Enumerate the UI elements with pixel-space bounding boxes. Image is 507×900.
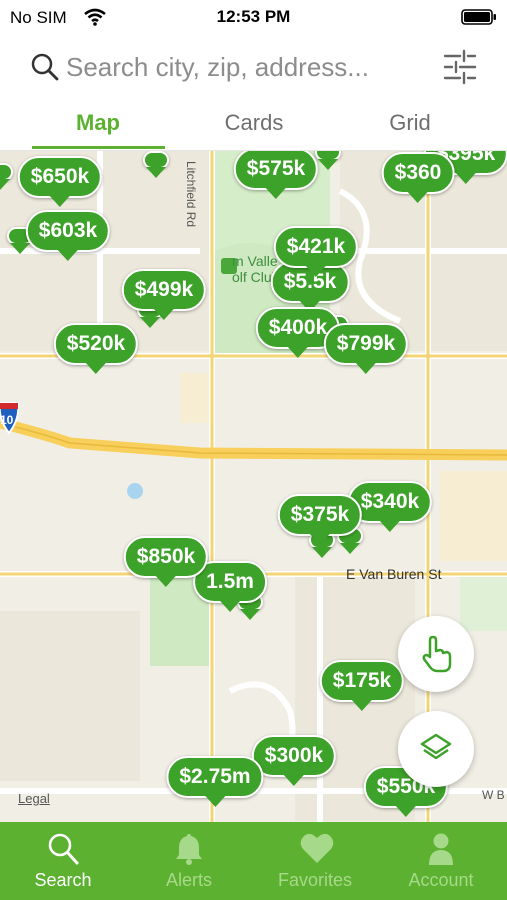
- price-pin[interactable]: $520k: [53, 323, 139, 365]
- view-tabs: Map Cards Grid: [0, 100, 507, 151]
- filter-sliders-icon[interactable]: [442, 48, 478, 91]
- tabbar-alerts[interactable]: Alerts: [126, 822, 252, 900]
- map-legal-link[interactable]: Legal: [18, 791, 50, 806]
- tabbar-alerts-label: Alerts: [165, 870, 212, 890]
- map-view[interactable]: 10 Litchfield Rd m Valle olf Club E Van …: [0, 151, 507, 822]
- tabbar-favorites[interactable]: Favorites: [252, 822, 378, 900]
- tabbar-search[interactable]: Search: [0, 822, 126, 900]
- price-pin[interactable]: $799k: [323, 323, 409, 365]
- heart-icon: [300, 833, 334, 863]
- map-label-golf-1: m Valle: [232, 253, 278, 269]
- active-tab-indicator: [32, 146, 165, 149]
- bell-icon: [176, 834, 202, 865]
- search-icon: [30, 52, 60, 87]
- search-bar: [0, 40, 507, 96]
- hand-pointer-icon: [422, 635, 452, 673]
- price-pin[interactable]: $575k: [233, 151, 319, 190]
- street-label-van-buren: E Van Buren St: [346, 566, 442, 582]
- price-pin[interactable]: $360: [381, 152, 455, 194]
- tab-map[interactable]: Map: [28, 110, 168, 136]
- price-pin[interactable]: $603k: [25, 210, 111, 252]
- price-pin[interactable]: $499k: [121, 269, 207, 311]
- street-label-w-b: W B: [482, 788, 505, 802]
- map-layers-button[interactable]: [398, 711, 474, 787]
- tabbar-favorites-label: Favorites: [277, 870, 353, 890]
- price-pin[interactable]: $300k: [251, 735, 337, 777]
- price-pin[interactable]: $2.75m: [166, 756, 264, 798]
- price-pin[interactable]: $850k: [123, 536, 209, 578]
- tabbar-account-label: Account: [408, 870, 474, 890]
- price-pin[interactable]: $650k: [17, 156, 103, 198]
- draw-area-button[interactable]: [398, 616, 474, 692]
- search-input[interactable]: [66, 48, 426, 86]
- tab-grid[interactable]: Grid: [340, 110, 480, 136]
- price-pin[interactable]: $375k: [277, 494, 363, 536]
- tabbar-search-label: Search: [34, 870, 92, 890]
- price-pin[interactable]: $421k: [273, 226, 359, 268]
- status-bar: No SIM 12:53 PM: [0, 0, 507, 34]
- person-icon: [429, 833, 453, 865]
- interstate-shield-label: 10: [0, 413, 14, 427]
- search-icon: [48, 833, 79, 865]
- clock: 12:53 PM: [216, 7, 291, 26]
- price-pin[interactable]: [143, 151, 169, 169]
- street-label-litchfield: Litchfield Rd: [184, 161, 198, 228]
- bottom-tab-bar: Search Alerts Favorites Account: [0, 822, 507, 900]
- price-pin[interactable]: $175k: [319, 660, 405, 702]
- tabbar-account[interactable]: Account: [378, 822, 504, 900]
- layers-icon: [420, 733, 452, 760]
- price-pin[interactable]: [315, 151, 341, 161]
- tab-cards[interactable]: Cards: [184, 110, 324, 136]
- battery-icon: [461, 9, 497, 25]
